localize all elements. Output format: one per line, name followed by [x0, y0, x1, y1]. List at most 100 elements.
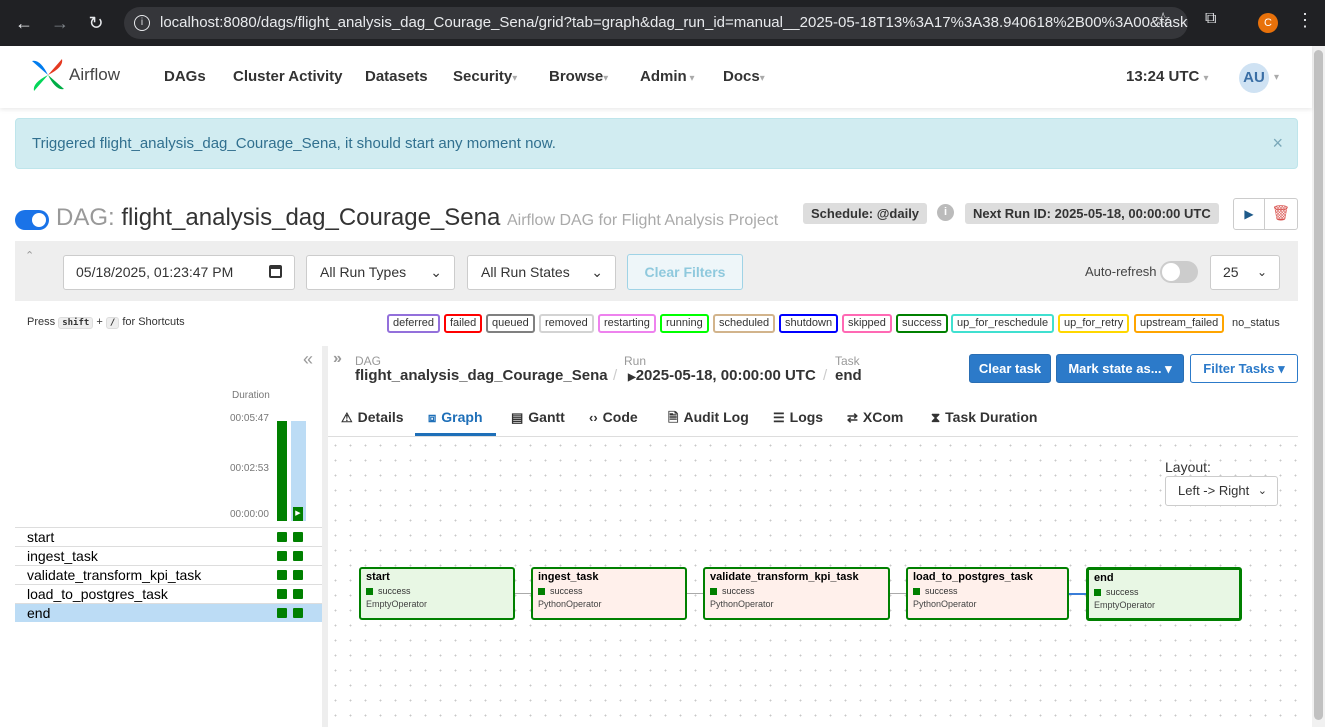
trigger-dag-button[interactable]: ▶ [1233, 198, 1265, 230]
run-types-select[interactable]: All Run Types ⌄ [306, 255, 455, 290]
layout-select[interactable]: Left -> Right ⌄ [1165, 476, 1278, 506]
task-instance-square[interactable] [277, 551, 287, 561]
state-legend-queued[interactable]: queued [486, 314, 535, 333]
state-legend-upstream-failed[interactable]: upstream_failed [1134, 314, 1225, 333]
nav-security-label: Security [453, 68, 513, 85]
task-instance-square[interactable] [277, 608, 287, 618]
collapse-up-icon[interactable]: ⌃ [25, 249, 34, 262]
tab-details[interactable]: ⚠ Details [341, 399, 404, 436]
tab-logs[interactable]: ☰ Logs [773, 399, 823, 436]
task-row[interactable]: validate_transform_kpi_task [15, 565, 322, 584]
task-row[interactable]: start [15, 527, 322, 546]
breadcrumb-run[interactable]: ▶2025-05-18, 00:00:00 UTC [628, 367, 816, 384]
state-legend-restarting[interactable]: restarting [598, 314, 656, 333]
state-legend-removed[interactable]: removed [539, 314, 594, 333]
node-status: success [913, 586, 1062, 596]
nav-admin[interactable]: Admin ▾ [640, 68, 694, 85]
shortcuts-press: Press [27, 316, 56, 328]
timezone-clock[interactable]: 13:24 UTC ▾ [1126, 68, 1209, 85]
run-duration-bar[interactable]: ▶ [293, 507, 303, 521]
run-count-select[interactable]: 25 ⌄ [1210, 255, 1280, 290]
tab-graph[interactable]: ⧈ Graph [415, 399, 496, 436]
state-legend-shutdown[interactable]: shutdown [779, 314, 839, 333]
filter-tasks-button[interactable]: Filter Tasks ▾ [1190, 354, 1298, 383]
forward-icon[interactable]: → [47, 10, 73, 36]
task-instance-square[interactable] [277, 589, 287, 599]
state-legend-failed[interactable]: failed [444, 314, 483, 333]
task-instance-square[interactable] [277, 532, 287, 542]
back-icon[interactable]: ← [11, 10, 37, 36]
state-legend-success[interactable]: success [896, 314, 948, 333]
nav-security[interactable]: Security▾ [453, 68, 517, 85]
state-legend-up-for-retry[interactable]: up_for_retry [1058, 314, 1130, 333]
breadcrumb-task[interactable]: end [835, 367, 862, 384]
graph-node-validate-transform-kpi-task[interactable]: validate_transform_kpi_task success Pyth… [703, 567, 890, 620]
task-row[interactable]: load_to_postgres_task [15, 584, 322, 603]
collapse-left-icon[interactable]: « [303, 349, 313, 370]
airflow-logo-icon[interactable] [30, 57, 66, 93]
run-duration-bar[interactable] [277, 421, 287, 521]
tab-label: Logs [789, 409, 824, 425]
run-states-select[interactable]: All Run States ⌄ [467, 255, 616, 290]
close-icon[interactable]: × [1272, 119, 1283, 168]
dag-pause-toggle[interactable] [15, 210, 49, 230]
extensions-icon[interactable]: ⧉ [1205, 10, 1216, 28]
delete-dag-button[interactable]: 🗑 [1264, 198, 1298, 230]
clear-task-button[interactable]: Clear task [969, 354, 1051, 383]
tab-xcom[interactable]: ⇄ XCom [847, 399, 903, 436]
task-row-selected[interactable]: end [15, 603, 322, 622]
graph-node-ingest-task[interactable]: ingest_task success PythonOperator [531, 567, 687, 620]
selected-run-column[interactable] [291, 421, 306, 521]
address-bar[interactable]: i localhost:8080/dags/flight_analysis_da… [124, 7, 1188, 39]
tab-audit-log[interactable]: 🗎 Audit Log [668, 399, 749, 436]
tab-code[interactable]: ‹› Code [589, 399, 638, 436]
graph-node-end[interactable]: end success EmptyOperator [1086, 567, 1242, 621]
task-instance-square[interactable] [293, 608, 303, 618]
nav-cluster-activity[interactable]: Cluster Activity [233, 68, 342, 85]
calendar-icon[interactable] [269, 265, 282, 278]
scrollbar-thumb[interactable] [1314, 50, 1323, 720]
site-info-icon[interactable]: i [134, 15, 150, 31]
nav-dags[interactable]: DAGs [164, 68, 206, 85]
chevron-down-icon: ⌄ [591, 264, 603, 280]
tab-task-duration[interactable]: ⧗ Task Duration [931, 399, 1037, 436]
kbd-shift: shift [58, 317, 94, 329]
task-instance-square[interactable] [293, 532, 303, 542]
clear-filters-button[interactable]: Clear Filters [627, 254, 743, 290]
graph-icon: ⧈ [428, 410, 437, 425]
task-instance-square[interactable] [277, 570, 287, 580]
task-instance-square[interactable] [293, 551, 303, 561]
state-legend-skipped[interactable]: skipped [842, 314, 892, 333]
document-icon: 🗎 [668, 410, 679, 425]
nav-datasets[interactable]: Datasets [365, 68, 428, 85]
task-row[interactable]: ingest_task [15, 546, 322, 565]
auto-refresh-toggle[interactable] [1160, 261, 1198, 283]
graph-node-load-to-postgres-task[interactable]: load_to_postgres_task success PythonOper… [906, 567, 1069, 620]
expand-icon[interactable]: » [333, 350, 342, 368]
tab-gantt[interactable]: ▤ Gantt [511, 399, 565, 436]
nav-docs[interactable]: Docs▾ [723, 68, 765, 85]
user-avatar[interactable]: AU [1239, 63, 1269, 93]
base-date-input[interactable]: 05/18/2025, 01:23:47 PM [63, 255, 295, 290]
graph-node-start[interactable]: start success EmptyOperator [359, 567, 515, 620]
browser-menu-icon[interactable]: ⋮ [1296, 10, 1314, 31]
info-icon[interactable]: i [937, 204, 954, 221]
state-legend-up-for-reschedule[interactable]: up_for_reschedule [951, 314, 1055, 333]
node-task-name: end [1094, 572, 1114, 584]
task-name: ingest_task [27, 548, 98, 564]
breadcrumb-dag[interactable]: flight_analysis_dag_Courage_Sena [355, 367, 608, 384]
task-instance-square[interactable] [293, 589, 303, 599]
state-legend-running[interactable]: running [660, 314, 709, 333]
chevron-down-icon[interactable]: ▾ [1274, 72, 1279, 83]
state-legend-deferred[interactable]: deferred [387, 314, 440, 333]
state-legend-scheduled[interactable]: scheduled [713, 314, 776, 333]
nav-browse[interactable]: Browse▾ [549, 68, 608, 85]
node-operator: PythonOperator [538, 599, 602, 609]
task-instance-square[interactable] [293, 570, 303, 580]
reload-icon[interactable]: ↻ [83, 10, 109, 36]
state-legend-no-status[interactable]: no_status [1228, 314, 1284, 333]
bookmark-star-icon[interactable]: ☆ [1155, 9, 1171, 30]
mark-state-button[interactable]: Mark state as... ▾ [1056, 354, 1184, 383]
profile-avatar[interactable]: C [1258, 13, 1278, 33]
brand-name[interactable]: Airflow [69, 65, 120, 85]
